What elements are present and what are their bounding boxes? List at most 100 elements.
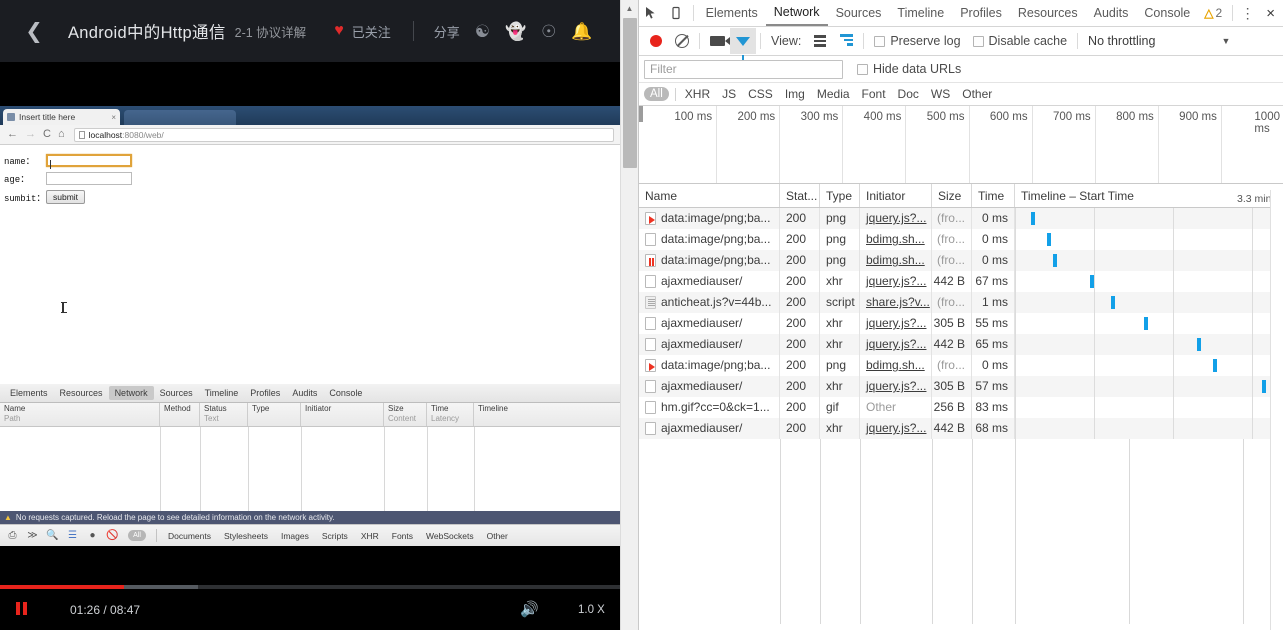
qq-icon[interactable]: 👻 — [505, 23, 526, 40]
type-filter-xhr[interactable]: XHR — [679, 87, 716, 101]
scroll-up-arrow-icon[interactable]: ▲ — [621, 0, 638, 17]
inner-browser-tab-active[interactable]: Insert title here × — [3, 109, 120, 125]
inner-browser-tab-secondary[interactable] — [124, 110, 236, 125]
close-icon[interactable]: × — [1258, 5, 1283, 22]
inner-tab-console[interactable]: Console — [323, 386, 368, 400]
inspect-element-icon[interactable] — [639, 0, 664, 26]
column-header-time[interactable]: Time — [972, 184, 1015, 207]
record-button[interactable] — [643, 28, 669, 54]
inner-tab-resources[interactable]: Resources — [54, 386, 109, 400]
nav-back-icon[interactable]: ← — [7, 129, 18, 140]
tab-elements[interactable]: Elements — [698, 0, 766, 26]
inner-col-size[interactable]: Size Content — [384, 403, 427, 426]
wechat-icon[interactable]: ☯ — [475, 23, 490, 40]
heart-icon[interactable]: ♥ — [334, 23, 344, 39]
table-row[interactable]: data:image/png;ba... 200 png bdimg.sh... (fr… — [639, 250, 1283, 271]
list-icon[interactable]: ☰ — [64, 530, 81, 541]
weibo-icon[interactable]: ☉ — [541, 23, 556, 40]
age-input[interactable] — [46, 172, 132, 185]
table-row[interactable]: hm.gif?cc=0&ck=1... 200 gif Other 256 B 83 ms — [639, 397, 1283, 418]
column-header-name[interactable]: Name — [639, 184, 780, 207]
inner-filter-other[interactable]: Other — [482, 531, 513, 541]
tab-audits[interactable]: Audits — [1086, 0, 1137, 26]
inner-filter-stylesheets[interactable]: Stylesheets — [219, 531, 273, 541]
inner-filter-images[interactable]: Images — [276, 531, 314, 541]
table-row[interactable]: ajaxmediauser/200 xhr jquery.js?... 305 B 55… — [639, 313, 1283, 334]
page-scrollbar[interactable]: ▲ — [620, 0, 638, 630]
inner-tab-timeline[interactable]: Timeline — [199, 386, 245, 400]
progress-track[interactable] — [0, 585, 620, 589]
name-input[interactable] — [46, 154, 132, 169]
clear-icon[interactable]: 🚫 — [104, 530, 121, 541]
initiator-link[interactable]: bdimg.sh... — [866, 358, 925, 372]
tab-network[interactable]: Network — [765, 0, 828, 26]
type-filter-other[interactable]: Other — [956, 87, 998, 101]
inner-tab-profiles[interactable]: Profiles — [244, 386, 286, 400]
nav-forward-icon[interactable]: → — [25, 129, 36, 140]
record-icon[interactable]: ● — [84, 530, 101, 541]
device-toolbar-icon[interactable] — [664, 0, 689, 26]
search-icon[interactable]: 🔍 — [44, 530, 61, 541]
back-chevron-icon[interactable]: ❮ — [0, 0, 68, 62]
type-filter-js[interactable]: JS — [716, 87, 742, 101]
type-filter-all[interactable]: All — [644, 87, 669, 101]
type-filter-css[interactable]: CSS — [742, 87, 779, 101]
checkbox-icon[interactable] — [857, 63, 868, 75]
inner-filter-xhr[interactable]: XHR — [356, 531, 384, 541]
column-header-status[interactable]: Stat... — [780, 184, 820, 207]
console-drawer-icon[interactable]: ≫ — [24, 530, 41, 541]
pause-icon[interactable] — [16, 602, 28, 615]
dock-icon[interactable]: ⎙ — [4, 530, 21, 541]
inner-filter-scripts[interactable]: Scripts — [317, 531, 353, 541]
nav-home-icon[interactable]: ⌂ — [58, 129, 65, 140]
column-header-type[interactable]: Type — [820, 184, 860, 207]
tab-profiles[interactable]: Profiles — [952, 0, 1010, 26]
initiator-link[interactable]: jquery.js?... — [866, 211, 926, 225]
initiator-link[interactable]: jquery.js?... — [866, 316, 926, 330]
tab-timeline[interactable]: Timeline — [889, 0, 952, 26]
address-bar[interactable]: localhost :8080/web/ — [73, 127, 614, 142]
requests-scrollbar[interactable] — [1270, 190, 1283, 630]
inner-tab-network[interactable]: Network — [108, 386, 154, 400]
type-filter-ws[interactable]: WS — [925, 87, 956, 101]
tab-resources[interactable]: Resources — [1010, 0, 1086, 26]
clear-button[interactable] — [669, 28, 695, 54]
view-waterfall-button[interactable] — [833, 28, 859, 54]
inner-tab-audits[interactable]: Audits — [286, 386, 323, 400]
checkbox-icon[interactable] — [874, 35, 886, 47]
nav-reload-icon[interactable]: C — [43, 129, 51, 140]
table-row[interactable]: anticheat.js?v=44b... 200 script share.js?v… — [639, 292, 1283, 313]
table-row[interactable]: ajaxmediauser/200 xhr jquery.js?... 442 B 67… — [639, 271, 1283, 292]
type-filter-img[interactable]: Img — [779, 87, 811, 101]
initiator-link[interactable]: jquery.js?... — [866, 421, 926, 435]
column-header-timeline[interactable]: Timeline – Start Time 3.3 min 5.0 mi — [1015, 184, 1283, 207]
playback-rate-label[interactable]: 1.0 X — [578, 604, 605, 616]
checkbox-icon[interactable] — [972, 35, 984, 47]
inner-filter-documents[interactable]: Documents — [163, 531, 216, 541]
inner-col-time[interactable]: Time Latency — [427, 403, 474, 426]
follow-status-label[interactable]: 已关注 — [352, 22, 391, 41]
inner-tab-elements[interactable]: Elements — [4, 386, 54, 400]
type-filter-font[interactable]: Font — [856, 87, 892, 101]
more-vertical-icon[interactable]: ⋮ — [1237, 5, 1258, 22]
tab-sources[interactable]: Sources — [828, 0, 890, 26]
chevron-down-icon[interactable]: ▼ — [1221, 36, 1230, 46]
inner-col-initiator[interactable]: Initiator — [301, 403, 384, 426]
initiator-link[interactable]: share.js?v... — [866, 295, 930, 309]
filter-input[interactable]: Filter — [644, 59, 843, 79]
submit-button[interactable]: submit — [46, 190, 86, 204]
scrollbar-thumb[interactable] — [623, 18, 637, 168]
inner-filter-websockets[interactable]: WebSockets — [421, 531, 479, 541]
inner-tab-sources[interactable]: Sources — [154, 386, 199, 400]
network-overview-ruler[interactable]: 100 ms 200 ms 300 ms 400 ms 500 ms 600 ms 700 … — [639, 106, 1283, 184]
initiator-link[interactable]: bdimg.sh... — [866, 253, 925, 267]
table-row[interactable]: data:image/png;ba... 200 png bdimg.sh... (fr… — [639, 355, 1283, 376]
warning-count-badge[interactable]: △ 2 — [1198, 6, 1228, 20]
inner-col-status[interactable]: Status Text — [200, 403, 248, 426]
inner-all-badge[interactable]: All — [128, 530, 146, 541]
table-row[interactable]: data:image/png;ba... 200 png bdimg.sh... (fr… — [639, 229, 1283, 250]
initiator-link[interactable]: jquery.js?... — [866, 274, 926, 288]
bell-icon[interactable]: 🔔 — [571, 23, 592, 40]
type-filter-doc[interactable]: Doc — [892, 87, 925, 101]
overview-left-handle[interactable] — [639, 106, 643, 122]
